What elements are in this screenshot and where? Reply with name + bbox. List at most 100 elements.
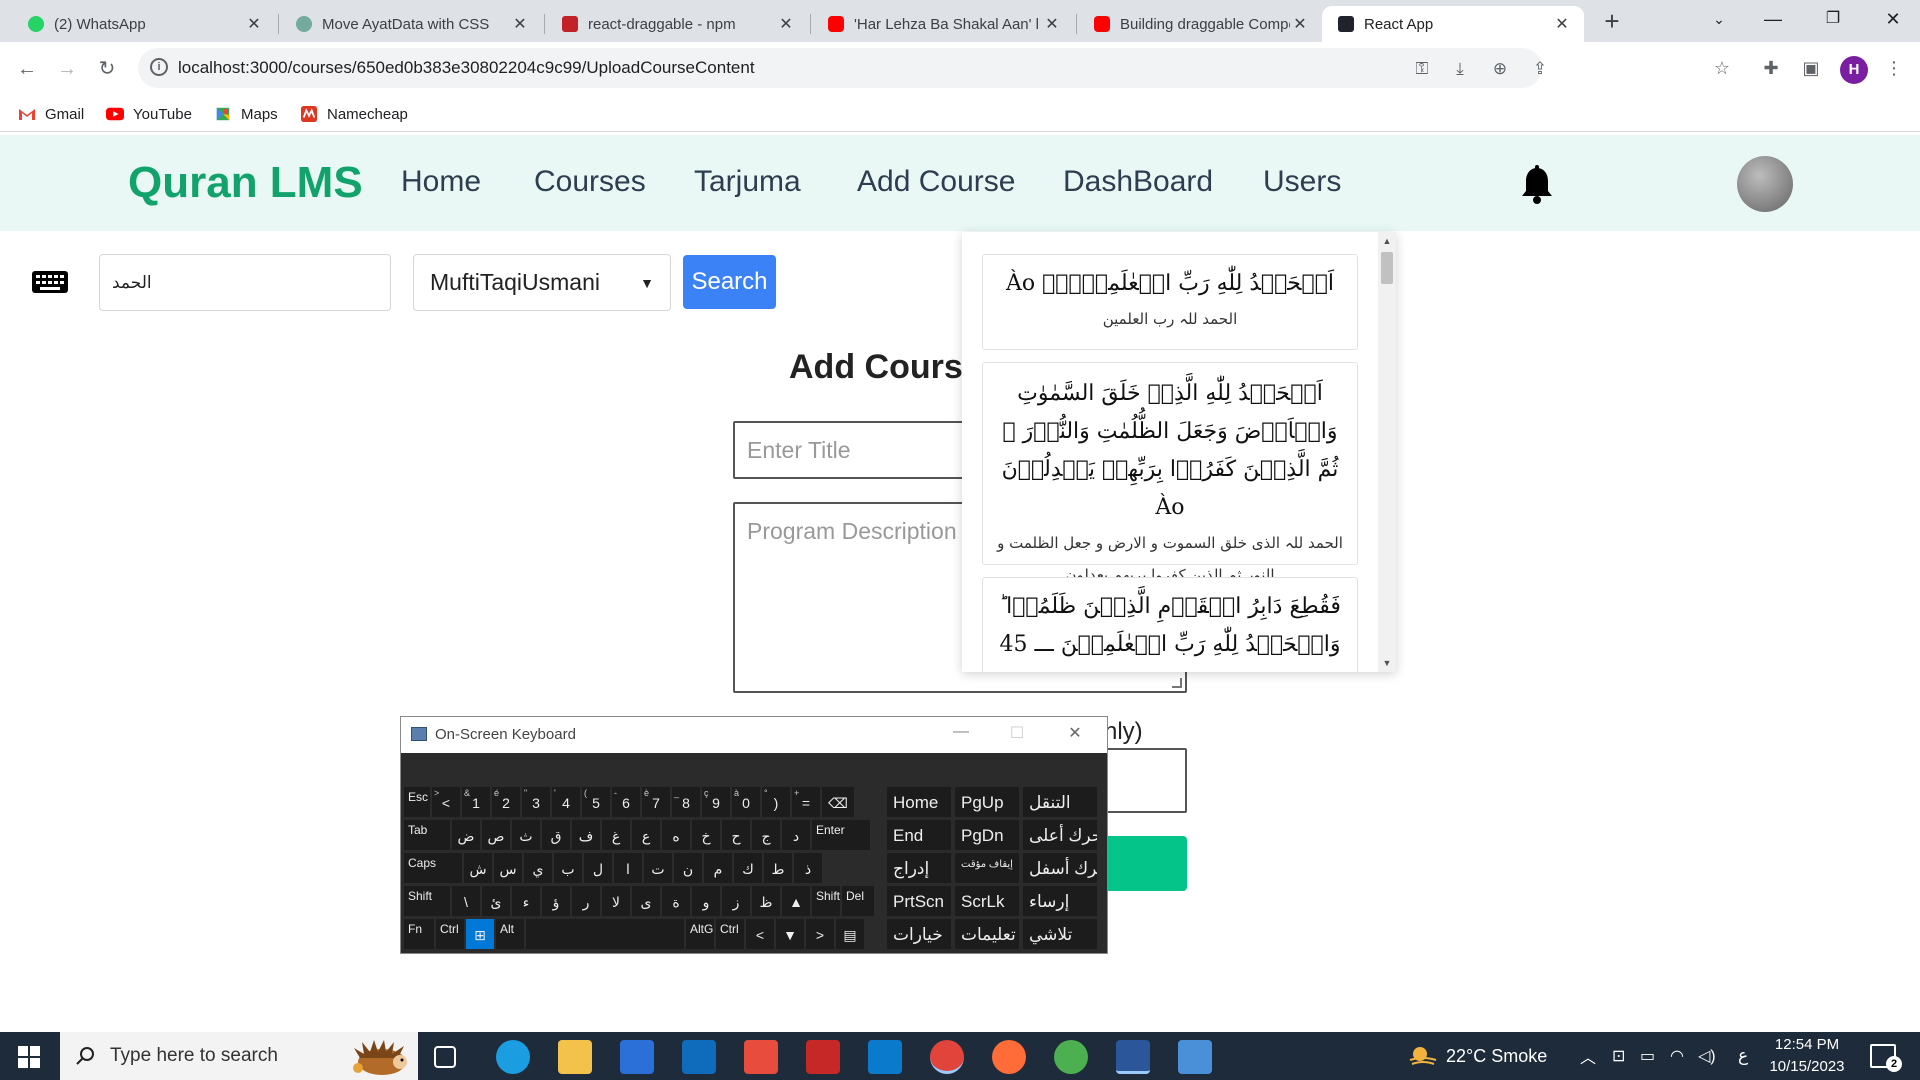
forward-button[interactable]: → — [52, 54, 82, 84]
osk-key[interactable]: ف — [572, 820, 600, 850]
osk-key[interactable]: ل — [584, 853, 612, 883]
osk-nav-key[interactable]: إدراج — [887, 853, 951, 883]
osk-nav-key[interactable]: تعليمات — [955, 919, 1019, 949]
osk-key[interactable]: 3 " — [522, 787, 550, 817]
osk-minimize-button[interactable]: — — [941, 723, 981, 747]
osk-nav-key[interactable]: إرساء — [1023, 886, 1097, 916]
scroll-down-icon[interactable]: ▼ — [1382, 658, 1392, 668]
nav-courses[interactable]: Courses — [534, 165, 646, 199]
osk-key[interactable]: Tab — [404, 820, 450, 850]
translator-select[interactable]: MuftiTaqiUsmani ▼ — [413, 254, 671, 311]
osk-key[interactable]: س — [494, 853, 522, 883]
osk-nav-key[interactable]: PgUp — [955, 787, 1019, 817]
osk-key[interactable]: و — [692, 886, 720, 916]
close-icon[interactable]: ✕ — [244, 14, 264, 34]
osk-key[interactable]: \ — [452, 886, 480, 916]
keyboard-icon[interactable] — [32, 271, 68, 295]
osk-key[interactable]: Alt — [496, 919, 524, 949]
osk-key[interactable]: Ctrl — [436, 919, 464, 949]
nav-users[interactable]: Users — [1263, 165, 1341, 199]
close-icon[interactable]: ✕ — [510, 14, 530, 34]
close-icon[interactable]: ✕ — [776, 14, 796, 34]
osk-key[interactable]: ث — [512, 820, 540, 850]
osk-key[interactable]: ة — [662, 886, 690, 916]
osk-key[interactable]: ▤ — [836, 919, 864, 949]
osk-key[interactable]: Ctrl — [716, 919, 744, 949]
on-screen-keyboard[interactable]: On-Screen Keyboard — ☐ ✕ Esc < >1 & 2 é 3 " 4 ' 5(… — [400, 716, 1108, 954]
wifi-icon[interactable]: ◠ — [1670, 1032, 1684, 1080]
close-icon[interactable]: ✕ — [1290, 14, 1310, 34]
osk-key[interactable]: ا — [614, 853, 642, 883]
osk-key[interactable]: Caps — [404, 853, 462, 883]
osk-key[interactable] — [526, 919, 684, 949]
address-url[interactable]: localhost:3000/courses/650ed0b383e308022… — [178, 58, 755, 78]
osk-key[interactable]: ك — [734, 853, 762, 883]
taskbar-clock[interactable]: 12:54 PM 10/15/2023 — [1752, 1034, 1862, 1078]
tab-youtube-2[interactable]: Building draggable Compo ✕ — [1078, 6, 1322, 42]
address-bar[interactable]: i localhost:3000/courses/650ed0b383e3080… — [138, 48, 1547, 88]
nav-dashboard[interactable]: DashBoard — [1063, 165, 1213, 199]
bell-icon[interactable] — [1520, 165, 1554, 205]
tab-search-icon[interactable]: ⌄ — [1692, 0, 1746, 40]
osk-key[interactable]: ؤ — [542, 886, 570, 916]
osk-key[interactable]: 7è — [642, 787, 670, 817]
close-icon[interactable]: ✕ — [1552, 14, 1572, 34]
new-tab-button[interactable]: + — [1598, 8, 1626, 36]
osk-key[interactable]: ب — [554, 853, 582, 883]
site-info-icon[interactable]: i — [150, 58, 168, 76]
osk-titlebar[interactable]: On-Screen Keyboard — ☐ ✕ — [401, 717, 1107, 753]
store-icon[interactable] — [620, 1040, 654, 1074]
taskbar-search[interactable]: Type here to search — [60, 1032, 418, 1080]
volume-icon[interactable]: ◁) — [1698, 1032, 1716, 1080]
osk-key[interactable]: ر — [572, 886, 600, 916]
key-icon[interactable]: ⚿ — [1410, 58, 1434, 82]
osk-key[interactable]: غ — [602, 820, 630, 850]
nav-add-course[interactable]: Add Course — [857, 165, 1015, 199]
osk-nav-key[interactable]: إيقاف مؤقت — [955, 853, 1019, 883]
chrome-profile-icon[interactable] — [930, 1040, 964, 1074]
chrome-icon[interactable] — [1054, 1040, 1088, 1074]
edge-icon[interactable] — [496, 1040, 530, 1074]
osk-key[interactable]: ن — [674, 853, 702, 883]
nav-home[interactable]: Home — [401, 165, 481, 199]
osk-key[interactable]: < > — [432, 787, 460, 817]
back-button[interactable]: ← — [12, 54, 42, 84]
scrollbar-thumb[interactable] — [1381, 252, 1393, 284]
osk-key[interactable]: Enter — [812, 820, 870, 850]
bookmark-maps[interactable]: Maps — [214, 102, 278, 126]
git-icon[interactable] — [744, 1040, 778, 1074]
ayat-card[interactable]: اَلۡحَمۡدُ لِلّٰهِ رَبِّ الۡعٰلَمِيۡنَۙ … — [982, 254, 1358, 350]
scroll-up-icon[interactable]: ▲ — [1382, 236, 1392, 246]
bookmark-youtube[interactable]: YouTube — [106, 102, 192, 126]
search-button[interactable]: Search — [683, 255, 776, 309]
osk-key[interactable]: > — [806, 919, 834, 949]
osk-key[interactable]: AltGr — [686, 919, 714, 949]
osk-key[interactable]: ش — [464, 853, 492, 883]
osk-key[interactable]: ▼ — [776, 919, 804, 949]
osk-key[interactable]: ي — [524, 853, 552, 883]
osk-key[interactable]: ت — [644, 853, 672, 883]
osk-key[interactable]: 6- — [612, 787, 640, 817]
osk-key[interactable]: Shift — [812, 886, 840, 916]
osk-key[interactable]: 4 ' — [552, 787, 580, 817]
close-icon[interactable]: ✕ — [1042, 14, 1062, 34]
tab-whatsapp[interactable]: (2) WhatsApp ✕ — [12, 6, 276, 42]
extensions-icon[interactable]: ✚ — [1757, 54, 1785, 82]
osk-nav-key[interactable]: حرك أعلى — [1023, 820, 1097, 850]
tab-react-draggable[interactable]: react-draggable - npm ✕ — [546, 6, 808, 42]
battery-icon[interactable]: ▭ — [1640, 1032, 1655, 1080]
osk-key[interactable]: د — [782, 820, 810, 850]
osk-key[interactable]: Shift — [404, 886, 450, 916]
mail-icon[interactable] — [682, 1040, 716, 1074]
windows-start-icon[interactable] — [18, 1046, 40, 1068]
osk-key[interactable]: 9ç — [702, 787, 730, 817]
osk-key[interactable]: 5( — [582, 787, 610, 817]
osk-key[interactable]: < — [746, 919, 774, 949]
resize-handle[interactable] — [1172, 678, 1182, 688]
side-panel-icon[interactable]: ▣ — [1797, 54, 1825, 82]
osk-nav-key[interactable]: تلاشي — [1023, 919, 1097, 949]
osk-nav-key[interactable]: PrtScn — [887, 886, 951, 916]
recorder-icon[interactable] — [806, 1040, 840, 1074]
osk-key[interactable]: ز — [722, 886, 750, 916]
meet-now-icon[interactable]: ⊡ — [1612, 1032, 1625, 1080]
